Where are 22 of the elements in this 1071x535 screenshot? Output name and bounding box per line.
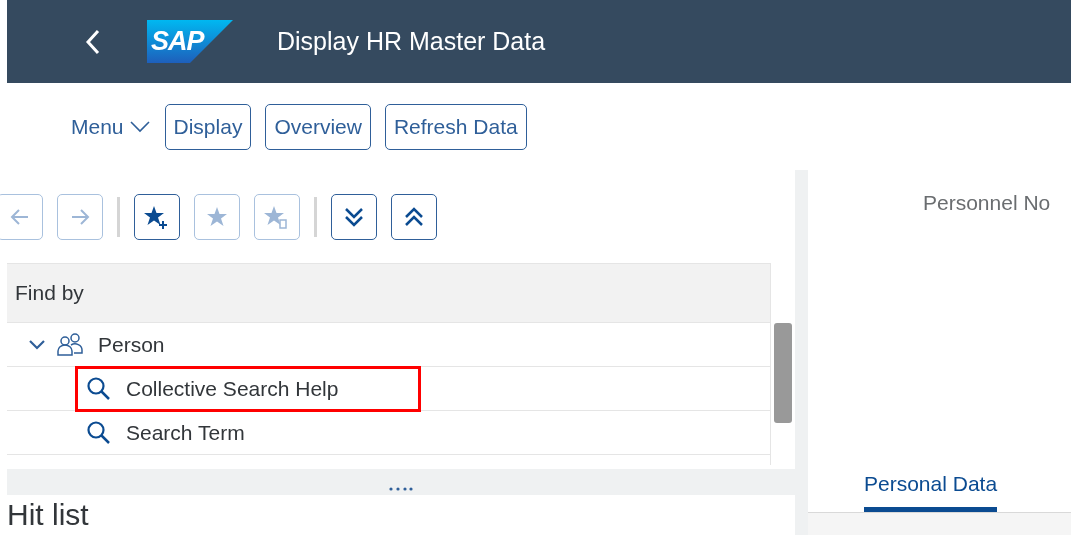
field-label: Personnel No bbox=[923, 191, 1051, 214]
tree-item[interactable]: Person bbox=[17, 321, 248, 368]
chevron-down-icon[interactable] bbox=[28, 338, 46, 351]
people-icon bbox=[56, 331, 84, 358]
double-chevron-up-button[interactable] bbox=[391, 193, 437, 240]
toolbar-button[interactable]: Overview bbox=[265, 103, 371, 150]
toolbar-button[interactable]: Refresh Data bbox=[384, 103, 527, 150]
chevron-down-icon bbox=[129, 120, 150, 133]
section-title: Hit list bbox=[7, 497, 90, 533]
search-icon bbox=[86, 375, 112, 402]
double-chevron-down-button[interactable] bbox=[331, 193, 377, 240]
menu-button[interactable]: Menu bbox=[71, 110, 150, 143]
tree-item[interactable]: Search Term bbox=[75, 409, 328, 456]
star-plus-button[interactable] bbox=[134, 193, 180, 240]
back-icon[interactable] bbox=[85, 28, 101, 55]
window-title: Display HR Master Data bbox=[277, 25, 546, 57]
tree-item[interactable]: Collective Search Help bbox=[75, 365, 422, 412]
drag-handle-icon[interactable] bbox=[389, 487, 413, 491]
column-header: Find by bbox=[15, 280, 84, 307]
toolbar-button[interactable]: Display bbox=[164, 103, 252, 150]
logo: SAP bbox=[147, 20, 233, 63]
search-icon bbox=[86, 419, 112, 446]
